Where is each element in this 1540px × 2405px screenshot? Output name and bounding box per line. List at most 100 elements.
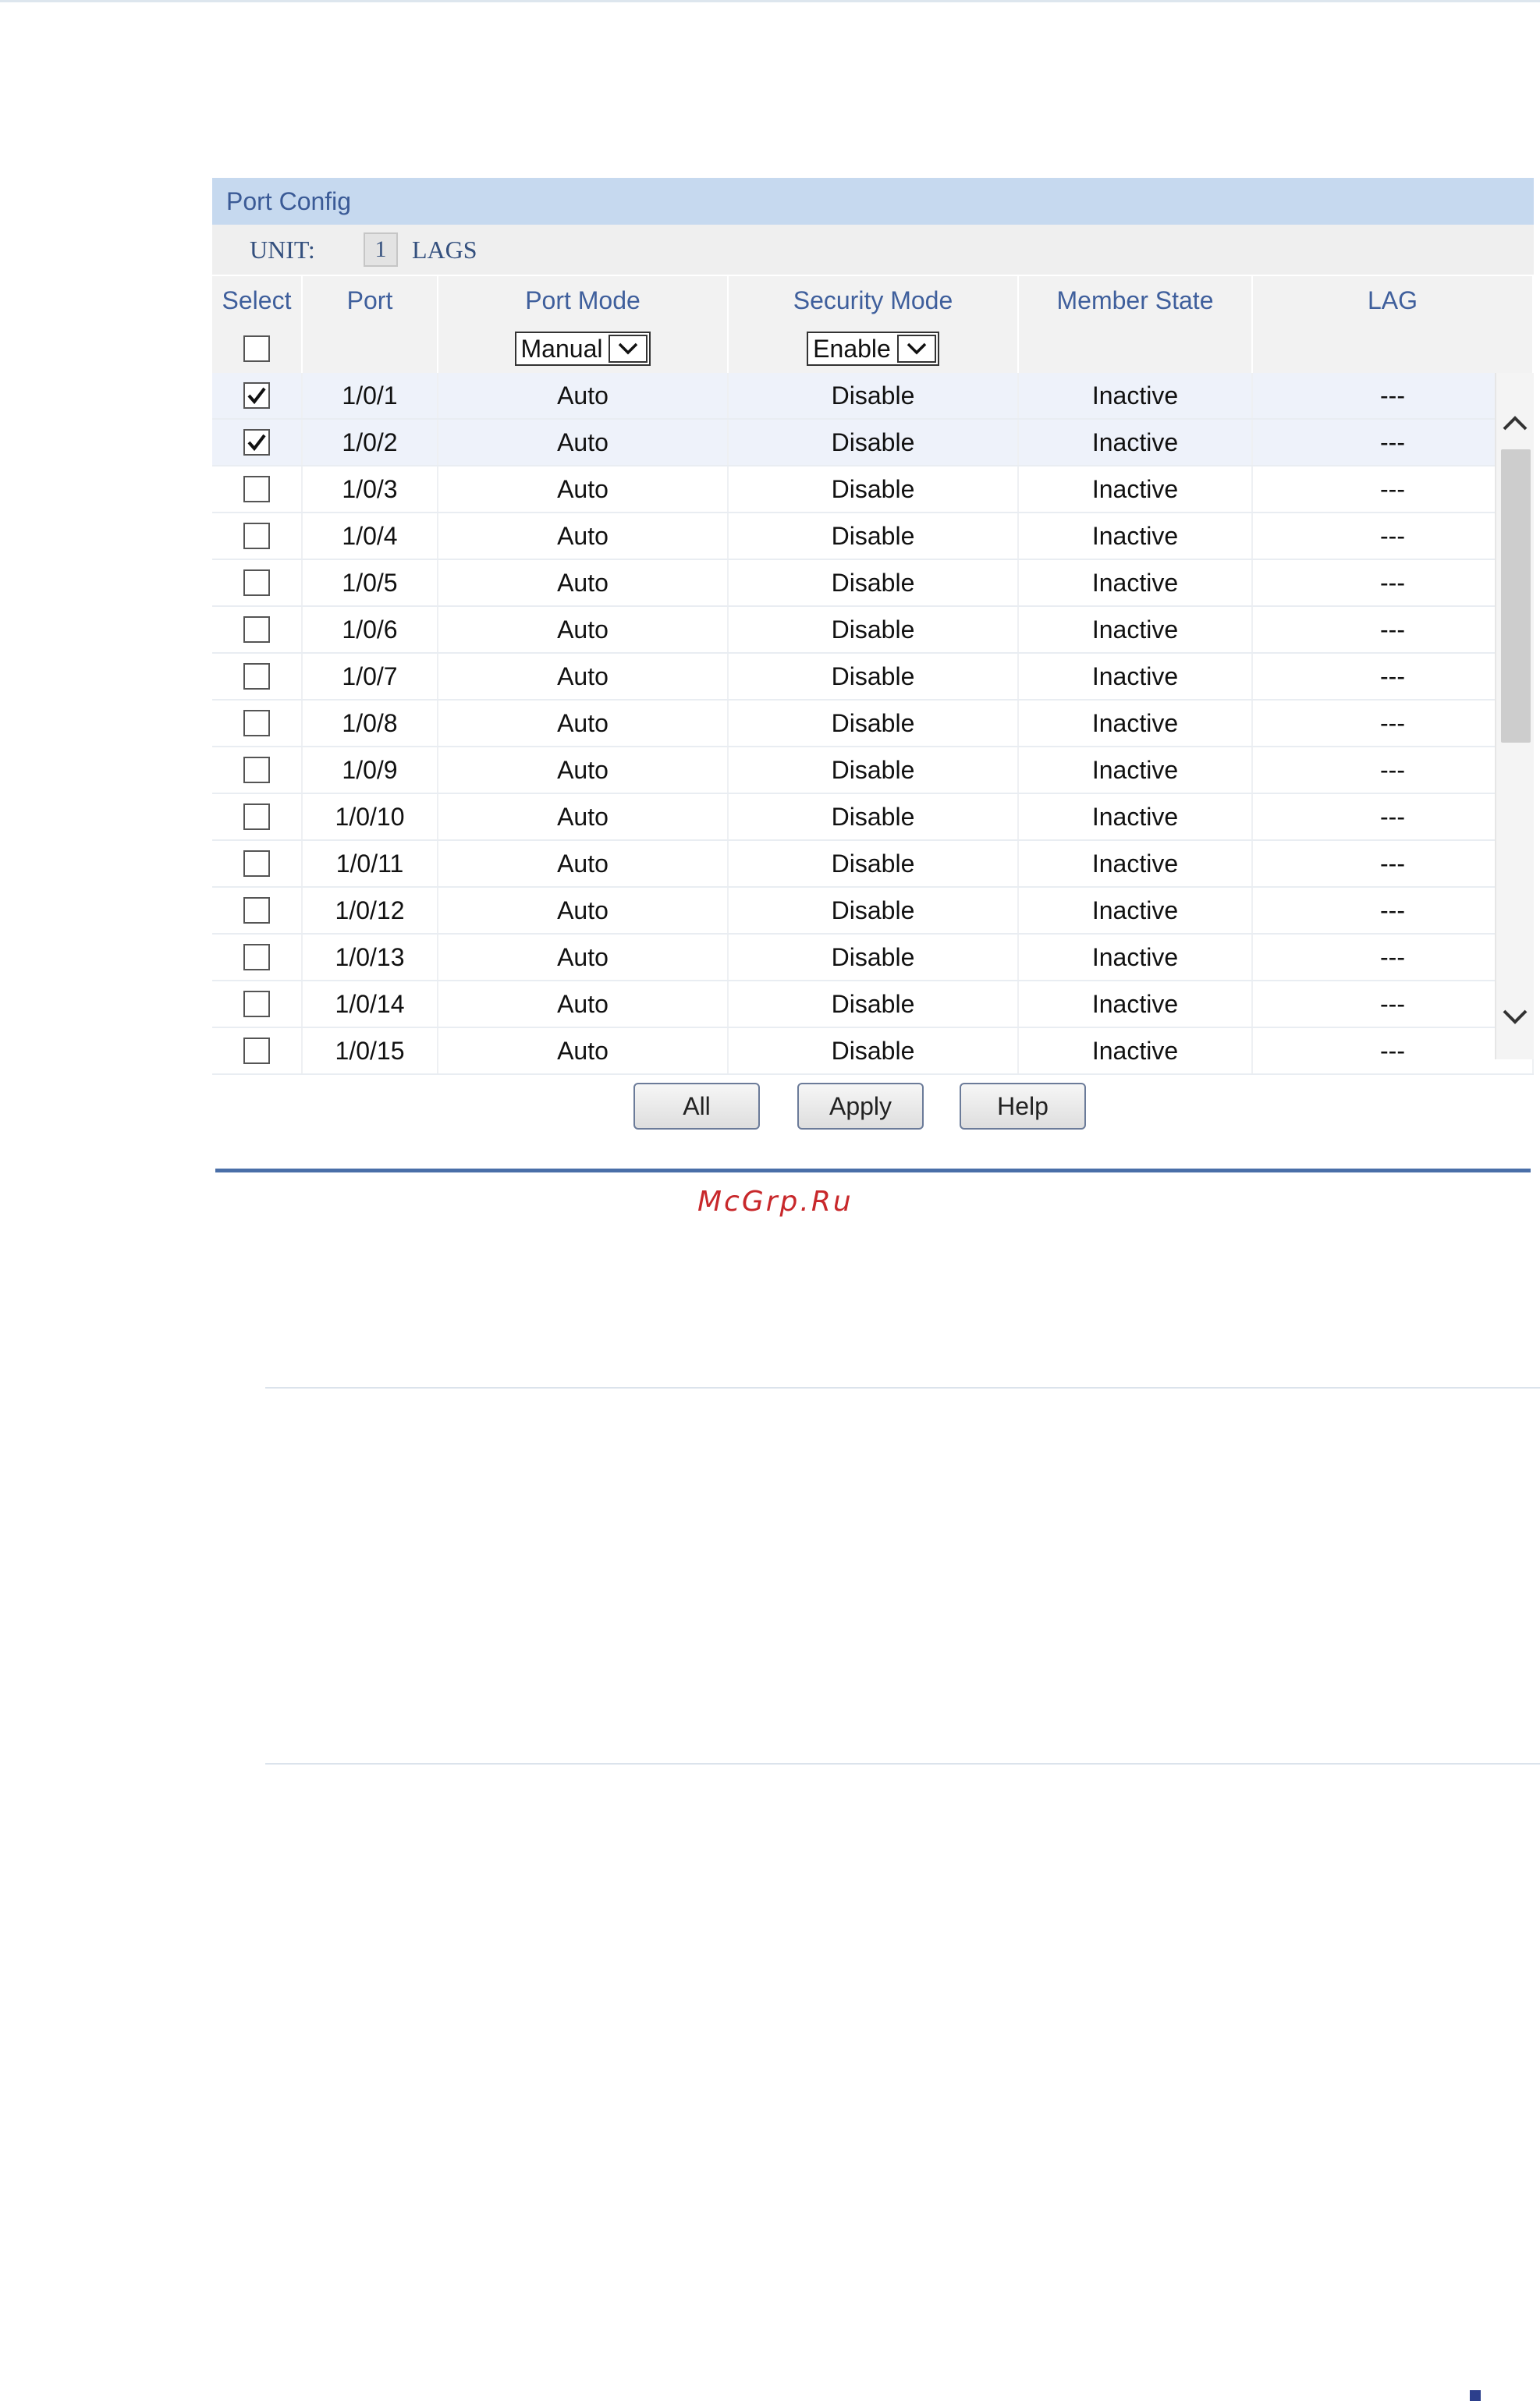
scrollbar-thumb[interactable] — [1501, 449, 1531, 743]
member-state-cell: Inactive — [1019, 747, 1253, 793]
port-cell: 1/0/10 — [303, 794, 438, 839]
lag-cell: --- — [1253, 607, 1534, 652]
table-row[interactable]: 1/0/8 Auto Disable Inactive --- — [212, 701, 1534, 747]
all-button[interactable]: All — [633, 1083, 760, 1130]
port-mode-cell: Auto — [438, 560, 729, 605]
port-mode-cell: Auto — [438, 466, 729, 512]
member-state-cell: Inactive — [1019, 607, 1253, 652]
port-cell: 1/0/3 — [303, 466, 438, 512]
lag-cell: --- — [1253, 560, 1534, 605]
row-select-checkbox[interactable] — [243, 897, 270, 924]
table-row[interactable]: 1/0/12 Auto Disable Inactive --- — [212, 888, 1534, 935]
row-select-checkbox[interactable] — [243, 757, 270, 783]
chevron-down-icon[interactable] — [1496, 994, 1534, 1041]
row-select-checkbox[interactable] — [243, 991, 270, 1017]
row-select-checkbox[interactable] — [243, 429, 270, 456]
port-mode-cell: Auto — [438, 654, 729, 699]
member-state-cell: Inactive — [1019, 513, 1253, 559]
top-rule — [0, 0, 1540, 2]
security-mode-select-value: Enable — [813, 334, 891, 363]
table-row[interactable]: 1/0/15 Auto Disable Inactive --- — [212, 1028, 1534, 1075]
row-select-checkbox[interactable] — [243, 663, 270, 690]
lag-cell: --- — [1253, 654, 1534, 699]
row-select-checkbox[interactable] — [243, 710, 270, 736]
port-mode-cell: Auto — [438, 420, 729, 465]
security-mode-cell: Disable — [729, 560, 1019, 605]
security-mode-select[interactable]: Enable — [807, 332, 939, 366]
column-header-lag: LAG — [1253, 275, 1534, 325]
port-cell: 1/0/12 — [303, 888, 438, 933]
member-state-cell: Inactive — [1019, 888, 1253, 933]
member-state-cell: Inactive — [1019, 841, 1253, 886]
divider — [265, 1387, 1540, 1389]
security-mode-cell: Disable — [729, 888, 1019, 933]
lag-cell: --- — [1253, 1028, 1534, 1073]
member-state-cell: Inactive — [1019, 935, 1253, 980]
port-cell: 1/0/6 — [303, 607, 438, 652]
security-mode-cell: Disable — [729, 654, 1019, 699]
row-select-checkbox[interactable] — [243, 476, 270, 502]
lag-cell: --- — [1253, 373, 1534, 418]
row-select-checkbox[interactable] — [243, 569, 270, 596]
security-mode-cell: Disable — [729, 935, 1019, 980]
security-mode-cell: Disable — [729, 981, 1019, 1027]
row-select-checkbox[interactable] — [243, 944, 270, 970]
page-marker — [1470, 2390, 1481, 2401]
row-select-checkbox[interactable] — [243, 803, 270, 830]
lags-link[interactable]: LAGS — [412, 236, 477, 264]
member-state-cell: Inactive — [1019, 373, 1253, 418]
help-button[interactable]: Help — [960, 1083, 1086, 1130]
port-mode-cell: Auto — [438, 888, 729, 933]
row-select-checkbox[interactable] — [243, 523, 270, 549]
port-mode-select-value: Manual — [520, 334, 603, 363]
table-row[interactable]: 1/0/7 Auto Disable Inactive --- — [212, 654, 1534, 701]
member-state-cell: Inactive — [1019, 560, 1253, 605]
table-row[interactable]: 1/0/5 Auto Disable Inactive --- — [212, 560, 1534, 607]
unit-1-button[interactable]: 1 — [364, 232, 398, 267]
port-cell: 1/0/9 — [303, 747, 438, 793]
row-select-checkbox[interactable] — [243, 850, 270, 877]
check-icon — [247, 387, 266, 405]
vertical-scrollbar[interactable] — [1495, 373, 1534, 1059]
security-mode-cell: Disable — [729, 607, 1019, 652]
table-row[interactable]: 1/0/13 Auto Disable Inactive --- — [212, 935, 1534, 981]
row-select-checkbox[interactable] — [243, 1038, 270, 1064]
port-mode-cell: Auto — [438, 1028, 729, 1073]
table-row[interactable]: 1/0/4 Auto Disable Inactive --- — [212, 513, 1534, 560]
security-mode-cell: Disable — [729, 466, 1019, 512]
table-row[interactable]: 1/0/14 Auto Disable Inactive --- — [212, 981, 1534, 1028]
column-header-port-mode: Port Mode — [438, 275, 729, 325]
panel-title: Port Config — [212, 178, 1534, 225]
table-row[interactable]: 1/0/10 Auto Disable Inactive --- — [212, 794, 1534, 841]
security-mode-cell: Disable — [729, 373, 1019, 418]
bulk-control-row: Manual Enable — [212, 325, 1534, 373]
port-mode-cell: Auto — [438, 513, 729, 559]
row-select-checkbox[interactable] — [243, 616, 270, 643]
port-cell: 1/0/8 — [303, 701, 438, 746]
port-mode-cell: Auto — [438, 935, 729, 980]
table-row[interactable]: 1/0/11 Auto Disable Inactive --- — [212, 841, 1534, 888]
port-cell: 1/0/11 — [303, 841, 438, 886]
lag-cell: --- — [1253, 747, 1534, 793]
unit-row: UNIT: 1 LAGS — [212, 225, 1534, 275]
lag-cell: --- — [1253, 420, 1534, 465]
chevron-up-icon[interactable] — [1496, 399, 1534, 446]
port-mode-cell: Auto — [438, 373, 729, 418]
chevron-down-icon — [609, 335, 648, 363]
table-row[interactable]: 1/0/9 Auto Disable Inactive --- — [212, 747, 1534, 794]
port-mode-select[interactable]: Manual — [514, 332, 651, 366]
port-config-panel: Port Config UNIT: 1 LAGS Select Port Por… — [212, 178, 1534, 1078]
security-mode-cell: Disable — [729, 794, 1019, 839]
table-row[interactable]: 1/0/1 Auto Disable Inactive --- — [212, 373, 1534, 420]
select-all-checkbox[interactable] — [243, 335, 270, 362]
row-select-checkbox[interactable] — [243, 382, 270, 409]
member-state-cell: Inactive — [1019, 654, 1253, 699]
watermark: McGrp.Ru — [697, 1186, 853, 1218]
table-row[interactable]: 1/0/2 Auto Disable Inactive --- — [212, 420, 1534, 466]
column-header-port: Port — [303, 275, 438, 325]
apply-button[interactable]: Apply — [797, 1083, 924, 1130]
port-cell: 1/0/5 — [303, 560, 438, 605]
table-row[interactable]: 1/0/6 Auto Disable Inactive --- — [212, 607, 1534, 654]
security-mode-cell: Disable — [729, 513, 1019, 559]
table-row[interactable]: 1/0/3 Auto Disable Inactive --- — [212, 466, 1534, 513]
